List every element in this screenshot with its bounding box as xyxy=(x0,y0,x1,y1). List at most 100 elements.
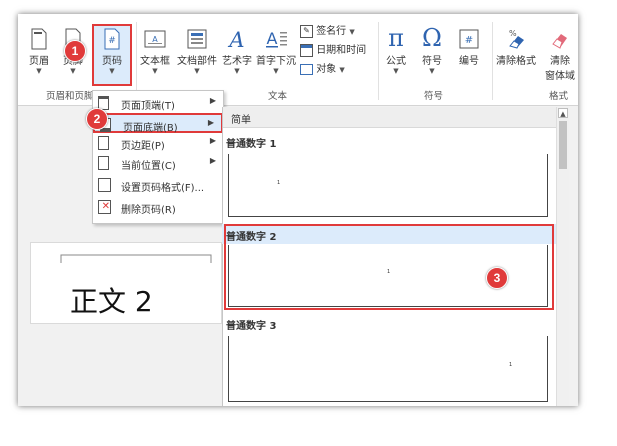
wordart-label: 艺术字 xyxy=(222,56,252,67)
group-divider xyxy=(492,22,493,100)
chevron-down-icon: ▼ xyxy=(194,67,200,75)
equation-icon: π xyxy=(388,24,404,52)
gallery-item-3-title: 普通数字 3 xyxy=(226,321,277,332)
step-badge-1: 1 xyxy=(64,40,86,62)
symbol-label: 符号 xyxy=(422,56,442,67)
page-number-button[interactable]: # 页码 ▼ xyxy=(94,28,130,75)
gallery-scrollbar[interactable]: ▲ xyxy=(556,107,569,406)
object-button[interactable]: 对象 ▼ xyxy=(300,60,345,75)
quick-parts-icon xyxy=(187,29,207,49)
menu-item-page-top[interactable]: 页面顶端(T) ▶ xyxy=(93,93,223,113)
chevron-down-icon: ▼ xyxy=(70,67,76,75)
equation-label: 公式 xyxy=(386,56,406,67)
group-text: 文本 xyxy=(268,91,288,102)
chevron-down-icon: ▼ xyxy=(109,67,115,75)
wordart-icon: A xyxy=(227,28,244,50)
sample-page-number: 1 xyxy=(387,269,391,275)
wordart-button[interactable]: A 艺术字 ▼ xyxy=(220,28,254,75)
format-page-number-icon xyxy=(98,178,111,192)
submenu-arrow-icon: ▶ xyxy=(209,96,216,105)
quick-parts-button[interactable]: 文档部件 ▼ xyxy=(174,28,220,75)
dropcap-icon: A xyxy=(266,29,287,48)
chevron-down-icon: ▼ xyxy=(234,67,240,75)
menu-item-remove-page-numbers[interactable]: ✕ 删除页码(R) xyxy=(93,197,223,217)
equation-button[interactable]: π 公式 ▼ xyxy=(380,26,412,75)
svg-text:%: % xyxy=(509,29,517,38)
footer-boundary-line xyxy=(229,400,547,402)
menu-item-format-page-numbers[interactable]: 设置页码格式(F)... xyxy=(93,175,223,195)
object-icon xyxy=(300,63,313,75)
dropcap-label: 首字下沉 xyxy=(256,56,296,67)
dropcap-button[interactable]: A 首字下沉 ▼ xyxy=(254,28,298,75)
chevron-down-icon: ▼ xyxy=(273,67,279,75)
header-button[interactable]: 页眉 ▼ xyxy=(22,28,56,75)
menu-item-label: 页面底端(B) xyxy=(123,123,178,134)
svg-text:#: # xyxy=(465,35,473,46)
menu-item-label: 设置页码格式(F)... xyxy=(121,183,205,194)
footer-boundary-line xyxy=(229,305,547,307)
numbering-button[interactable]: # 编号 xyxy=(452,28,486,67)
current-position-icon xyxy=(98,156,109,170)
numbering-icon: # xyxy=(459,29,479,49)
menu-item-label: 删除页码(R) xyxy=(121,205,176,216)
symbol-button[interactable]: Ω 符号 ▼ xyxy=(416,26,448,75)
date-time-label: 日期和时间 xyxy=(316,45,367,56)
clear-format-icon: % xyxy=(509,29,524,49)
menu-item-label: 当前位置(C) xyxy=(121,161,176,172)
word-window: 页眉 ▼ 页脚 ▼ # 页码 ▼ A xyxy=(18,14,578,406)
gallery-item-1-title: 普通数字 1 xyxy=(226,139,277,150)
remove-page-number-icon: ✕ xyxy=(98,200,111,214)
clear-format-label: 清除格式 xyxy=(496,56,536,67)
textbox-button[interactable]: A 文本框 ▼ xyxy=(136,28,174,75)
signature-label: 签名行 xyxy=(316,26,347,37)
signature-line-button[interactable]: ✎ 签名行 ▼ xyxy=(300,22,355,38)
scroll-thumb[interactable] xyxy=(559,121,567,169)
menu-item-page-margin[interactable]: 页边距(P) ▶ xyxy=(93,133,223,153)
header-icon xyxy=(31,28,47,50)
textbox-icon: A xyxy=(144,30,166,48)
gallery-section-label: 简单 xyxy=(231,115,251,126)
header-label: 页眉 xyxy=(29,56,49,67)
chevron-down-icon: ▼ xyxy=(349,28,355,36)
chevron-down-icon: ▼ xyxy=(393,67,399,75)
numbering-label: 编号 xyxy=(459,56,479,67)
sample-page-number: 1 xyxy=(277,180,281,186)
footer-boundary-line xyxy=(229,215,547,217)
calendar-icon xyxy=(300,43,313,57)
menu-item-label: 页面顶端(T) xyxy=(121,101,175,112)
submenu-arrow-icon: ▶ xyxy=(207,118,214,127)
group-symbols: 符号 xyxy=(424,91,444,102)
clear-form-field-button[interactable]: 清除 窗体域 xyxy=(542,28,578,82)
chevron-down-icon: ▼ xyxy=(36,67,42,75)
signature-icon: ✎ xyxy=(300,24,313,38)
gallery-item-plain-number-1[interactable]: 1 xyxy=(228,154,548,217)
group-format: 格式 xyxy=(549,91,569,102)
group-header-footer: 页眉和页脚 xyxy=(46,91,94,102)
clear-format-button[interactable]: % 清除格式 xyxy=(494,28,538,67)
object-label: 对象 xyxy=(316,64,337,75)
clear-field-label: 清除 xyxy=(550,56,570,67)
svg-text:A: A xyxy=(267,29,278,48)
svg-text:#: # xyxy=(108,36,116,46)
document-body-text[interactable]: 正文 2 xyxy=(70,280,153,320)
page-number-icon: # xyxy=(104,28,120,50)
step-badge-3: 3 xyxy=(486,267,508,289)
gallery-section-header: 简单 xyxy=(223,107,569,128)
quick-parts-label: 文档部件 xyxy=(177,56,217,67)
date-time-button[interactable]: 日期和时间 xyxy=(300,41,366,57)
menu-item-label: 页边距(P) xyxy=(121,141,165,152)
gallery-item-plain-number-3[interactable]: 1 xyxy=(228,336,548,402)
textbox-label: 文本框 xyxy=(140,56,170,67)
menu-item-page-bottom[interactable]: 页面底端(B) ▶ xyxy=(93,113,223,134)
menu-item-current-position[interactable]: 当前位置(C) ▶ xyxy=(93,153,223,173)
omega-icon: Ω xyxy=(422,24,442,52)
svg-text:A: A xyxy=(227,28,244,50)
sample-page-number: 1 xyxy=(509,362,513,368)
eraser-icon xyxy=(552,34,567,49)
submenu-arrow-icon: ▶ xyxy=(209,136,216,145)
page-number-label: 页码 xyxy=(102,56,122,67)
chevron-down-icon: ▼ xyxy=(152,67,158,75)
chevron-down-icon: ▼ xyxy=(339,66,345,74)
scroll-up-icon[interactable]: ▲ xyxy=(558,108,568,118)
page-number-menu: 页面顶端(T) ▶ 页面底端(B) ▶ 页边距(P) ▶ 当前位置(C) ▶ 设… xyxy=(92,90,224,224)
